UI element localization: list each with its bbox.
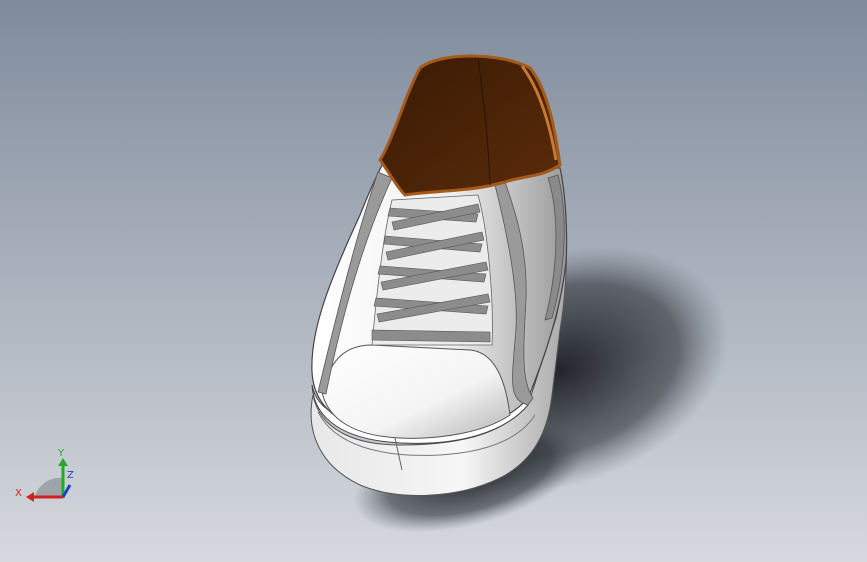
triad-z-label: Z xyxy=(67,470,74,481)
model-canvas[interactable]: X Y Z xyxy=(0,0,867,562)
triad-y-label: Y xyxy=(57,448,65,459)
triad-x-label: X xyxy=(15,488,22,499)
graphics-viewport[interactable]: X Y Z xyxy=(0,0,867,562)
shoe-toe-cap xyxy=(321,344,511,439)
